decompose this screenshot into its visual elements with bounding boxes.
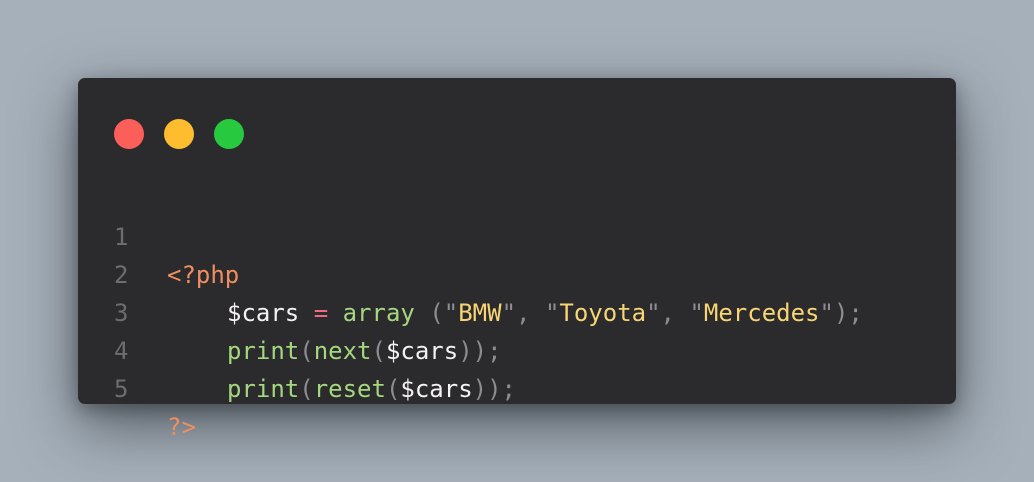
line-source: print(reset($cars)); [167,370,516,408]
punctuation: ( [385,375,401,403]
code-line: 2 $cars = array ("BMW", "Toyota", "Merce… [78,218,956,327]
code-line: 3 print(next($cars)); [78,256,956,365]
code-line: 4 print(reset($cars)); [78,294,956,403]
line-source: ?> [167,408,196,446]
code-window: 1 <?php 2 $cars = array ("BMW", "Toyota"… [78,78,956,441]
window-controls [114,119,244,149]
minimize-dot-icon[interactable] [164,119,194,149]
code-block: 1 <?php 2 $cars = array ("BMW", "Toyota"… [78,180,956,441]
punctuation: )); [472,375,517,403]
code-line: 5 ?> [78,332,956,441]
maximize-dot-icon[interactable] [214,119,244,149]
close-dot-icon[interactable] [114,119,144,149]
punctuation: ( [299,375,314,403]
variable: $cars [400,375,473,403]
code-line: 1 <?php [78,180,956,289]
line-number: 5 [114,375,129,403]
function-name: reset [313,375,386,403]
php-close-tag: ?> [167,413,196,441]
function-name: print [227,375,300,403]
